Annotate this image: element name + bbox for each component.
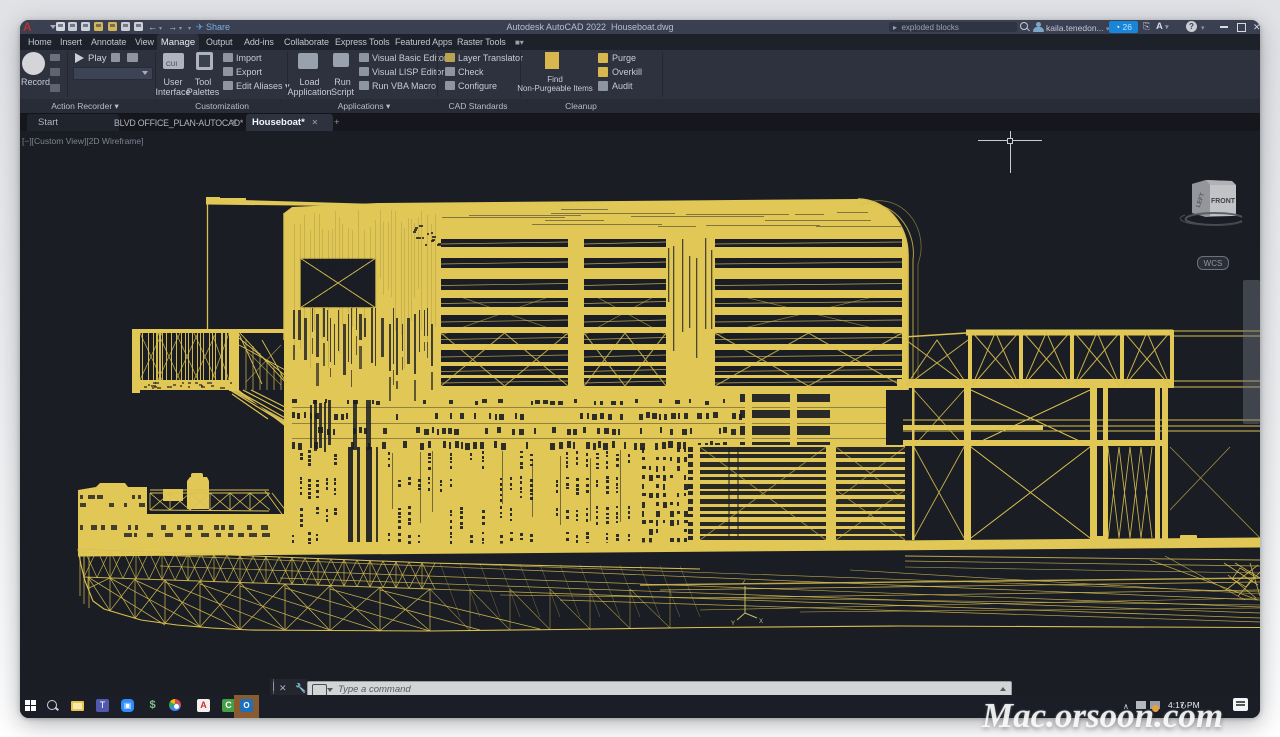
svg-text:FRONT: FRONT (1211, 198, 1236, 205)
svg-text:Y: Y (731, 621, 735, 627)
svg-text:X: X (759, 619, 763, 625)
svg-text:Z: Z (742, 580, 746, 586)
